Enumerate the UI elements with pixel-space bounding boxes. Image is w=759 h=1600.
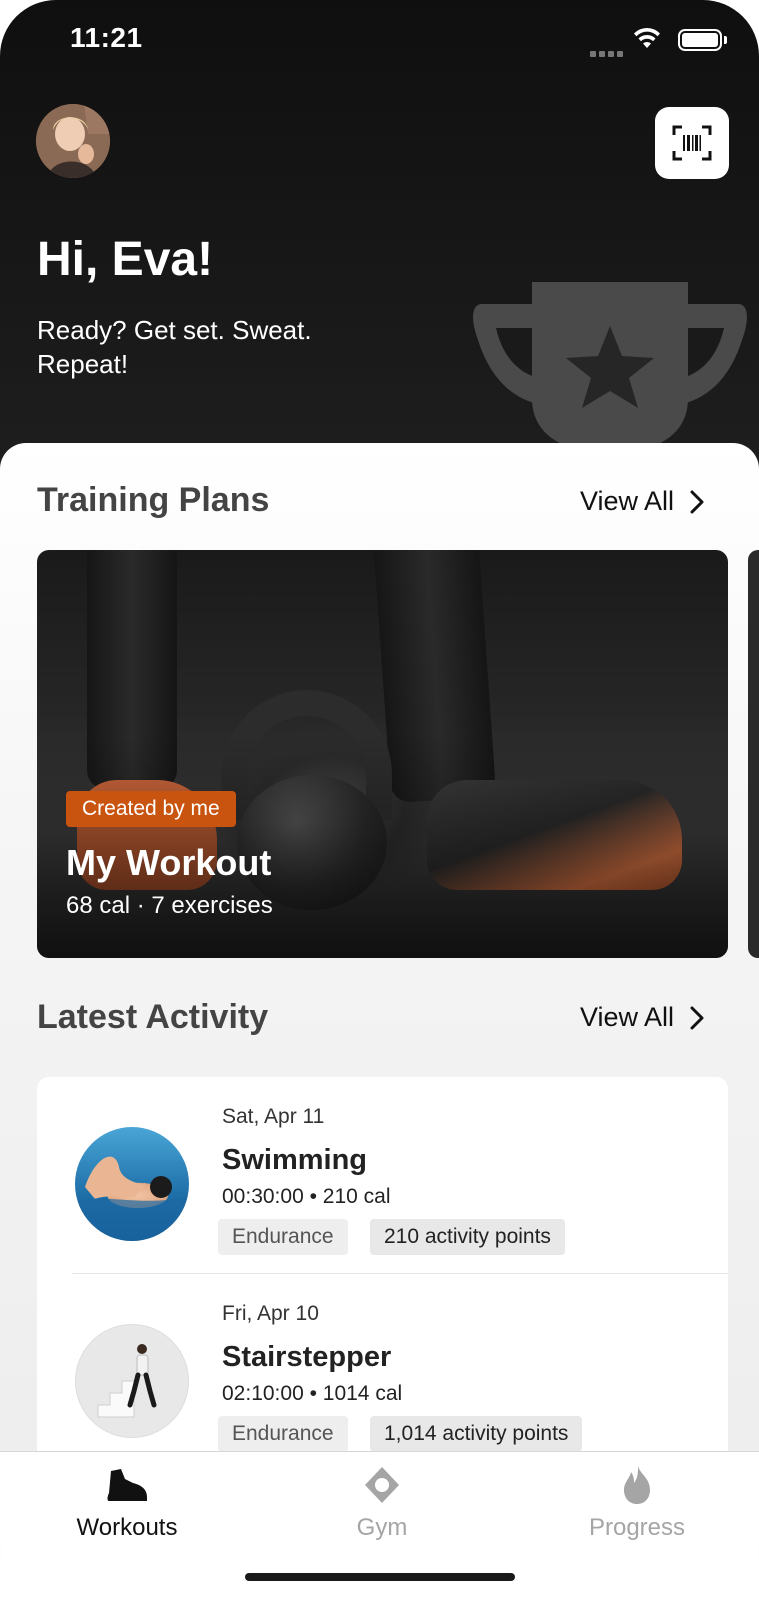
activity-item[interactable]: Sat, Apr 11 Swimming 00:30:00 • 210 cal … [37, 1077, 728, 1274]
plan-meta: 68 cal · 7 exercises [66, 892, 273, 919]
barcode-scan-button[interactable] [655, 107, 729, 179]
activity-points-tag: 1,014 activity points [370, 1416, 583, 1452]
swimming-thumbnail [75, 1127, 189, 1241]
next-plan-card-peek[interactable] [748, 550, 759, 958]
latest-activity-view-all[interactable]: View All [580, 1002, 704, 1033]
tab-label: Progress [588, 1514, 686, 1541]
home-indicator [245, 1573, 515, 1581]
battery-icon [678, 29, 722, 51]
stairstepper-thumbnail [75, 1324, 189, 1438]
activity-points-tag: 210 activity points [370, 1219, 565, 1255]
status-time: 11:21 [70, 22, 143, 53]
activity-item[interactable]: Fri, Apr 10 Stairstepper 02:10:00 • 1014… [37, 1274, 728, 1471]
training-plans-title: Training Plans [37, 481, 270, 519]
flame-icon [620, 1462, 654, 1508]
header: 11:21 Hi, Eva! Ready? Get set. Sweat. Re… [0, 0, 759, 470]
training-plan-card[interactable]: Created by me My Workout 68 cal · 7 exer… [37, 550, 728, 958]
tab-label: Gym [356, 1514, 408, 1541]
activity-category-tag: Endurance [218, 1416, 348, 1452]
chevron-right-icon [690, 490, 704, 513]
tab-gym[interactable]: Gym [282, 1452, 482, 1562]
created-by-me-badge: Created by me [66, 791, 236, 827]
activity-meta: 00:30:00 • 210 cal [222, 1185, 391, 1208]
app-screen: 11:21 Hi, Eva! Ready? Get set. Sweat. Re… [0, 0, 759, 1600]
barcode-scan-icon [672, 125, 712, 161]
chevron-right-icon [690, 1006, 704, 1029]
battery-tip [724, 36, 727, 44]
status-bar: 11:21 [0, 0, 759, 80]
shoe-icon [105, 1462, 149, 1508]
cellular-signal-icon [590, 44, 626, 62]
activity-date: Fri, Apr 10 [222, 1302, 319, 1325]
avatar[interactable] [36, 104, 110, 178]
content-sheet: Training Plans View All Created by me My… [0, 443, 759, 1600]
tab-progress[interactable]: Progress [537, 1452, 737, 1562]
latest-activity-title: Latest Activity [37, 998, 269, 1036]
activity-date: Sat, Apr 11 [222, 1105, 325, 1128]
activity-category-tag: Endurance [218, 1219, 348, 1255]
wifi-icon [632, 26, 662, 55]
greeting-subtitle: Ready? Get set. Sweat. Repeat! [37, 315, 312, 379]
activity-title: Swimming [222, 1144, 368, 1176]
tab-workouts[interactable]: Workouts [27, 1452, 227, 1562]
tab-label: Workouts [76, 1514, 178, 1541]
view-all-label: View All [579, 486, 674, 516]
plan-title: My Workout [66, 842, 272, 883]
training-plans-view-all[interactable]: View All [580, 486, 704, 517]
activity-title: Stairstepper [222, 1341, 392, 1373]
location-pin-icon [362, 1462, 402, 1508]
greeting: Hi, Eva! [37, 233, 214, 286]
activity-meta: 02:10:00 • 1014 cal [222, 1382, 403, 1405]
view-all-label: View All [579, 1002, 674, 1032]
